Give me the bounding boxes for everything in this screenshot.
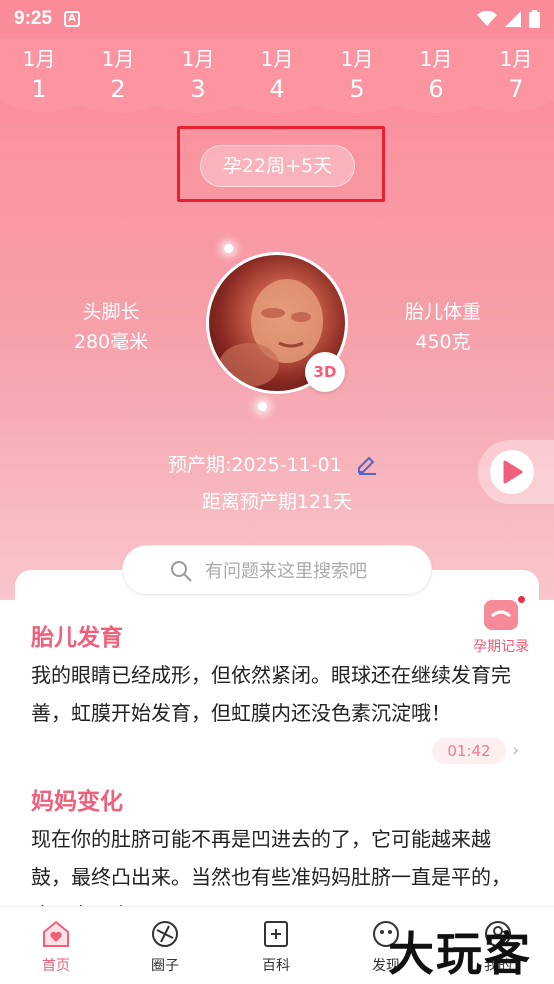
day-month: 1月 <box>419 47 453 71</box>
day-month: 1月 <box>260 47 294 71</box>
day-selector: 1月 1 1月 2 1月 3 1月 4 1月 5 1月 6 1月 7 <box>0 38 554 121</box>
fetal-development-text: 我的眼睛已经成形，但依然紧闭。眼球还在继续发育完善，虹膜开始发育，但虹膜内还没色… <box>31 663 511 725</box>
weight-label: 胎儿体重 <box>404 301 481 323</box>
day-month: 1月 <box>181 47 215 71</box>
length-stat: 头脚长 280毫米 <box>41 297 181 357</box>
length-label: 头脚长 <box>82 301 140 323</box>
status-time: 9:25 <box>14 8 53 29</box>
record-label: 孕期记录 <box>473 639 529 655</box>
3d-button[interactable]: 3D <box>305 352 345 392</box>
fetal-development-title: 胎儿发育 <box>31 625 123 651</box>
search-icon <box>171 561 192 582</box>
tab-label: 圈子 <box>151 958 179 974</box>
play-icon <box>490 450 534 494</box>
play-button[interactable] <box>478 440 554 504</box>
day-month: 1月 <box>101 47 135 71</box>
weight-value: 450克 <box>415 331 471 353</box>
tab-encyclopedia[interactable]: 百科 <box>236 919 316 975</box>
home-heart-icon <box>41 919 71 949</box>
battery-icon <box>529 10 540 28</box>
due-date-row: 预产期:2025-11-01 <box>168 450 378 477</box>
due-date: 预产期:2025-11-01 <box>168 454 342 476</box>
tab-home[interactable]: 首页 <box>16 919 96 975</box>
audio-duration[interactable]: 01:42 <box>432 738 506 764</box>
circle-icon <box>150 919 180 949</box>
wifi-icon <box>477 11 497 26</box>
watermark: 大玩客 <box>388 927 532 981</box>
book-icon <box>261 919 291 949</box>
status-bar: 9:25 A <box>0 0 554 38</box>
tab-label: 首页 <box>42 958 70 974</box>
wave-divider <box>0 101 554 121</box>
length-value: 280毫米 <box>73 331 149 353</box>
mom-changes-text: 现在你的肚脐可能不再是凹进去的了，它可能越来越鼓，最终凸出来。当然也有些准妈妈肚… <box>31 827 511 910</box>
day-month: 1月 <box>22 47 56 71</box>
day-month: 1月 <box>499 47 533 71</box>
notification-dot <box>518 596 525 603</box>
chevron-right-icon[interactable]: › <box>512 740 519 761</box>
pregnancy-record-button[interactable]: 孕期记录 <box>470 596 532 656</box>
edit-icon[interactable] <box>356 453 378 475</box>
day-month: 1月 <box>340 47 374 71</box>
record-icon <box>484 596 525 630</box>
mom-changes-title: 妈妈变化 <box>31 789 123 815</box>
header-area: 9:25 A 1月 1 1月 2 1月 3 1月 4 1月 5 1月 6 1月 … <box>0 0 554 600</box>
highlight-box <box>177 126 385 202</box>
search-input[interactable]: 有问题来这里搜索吧 <box>122 545 432 595</box>
app-notification-icon: A <box>64 11 81 27</box>
search-placeholder: 有问题来这里搜索吧 <box>205 561 367 582</box>
weight-stat: 胎儿体重 450克 <box>373 297 513 357</box>
tab-label: 百科 <box>262 958 290 974</box>
sparkle <box>258 402 267 411</box>
countdown: 距离预产期121天 <box>201 491 353 513</box>
sparkle <box>224 244 233 253</box>
signal-icon <box>505 11 521 27</box>
tab-circle[interactable]: 圈子 <box>125 919 205 975</box>
